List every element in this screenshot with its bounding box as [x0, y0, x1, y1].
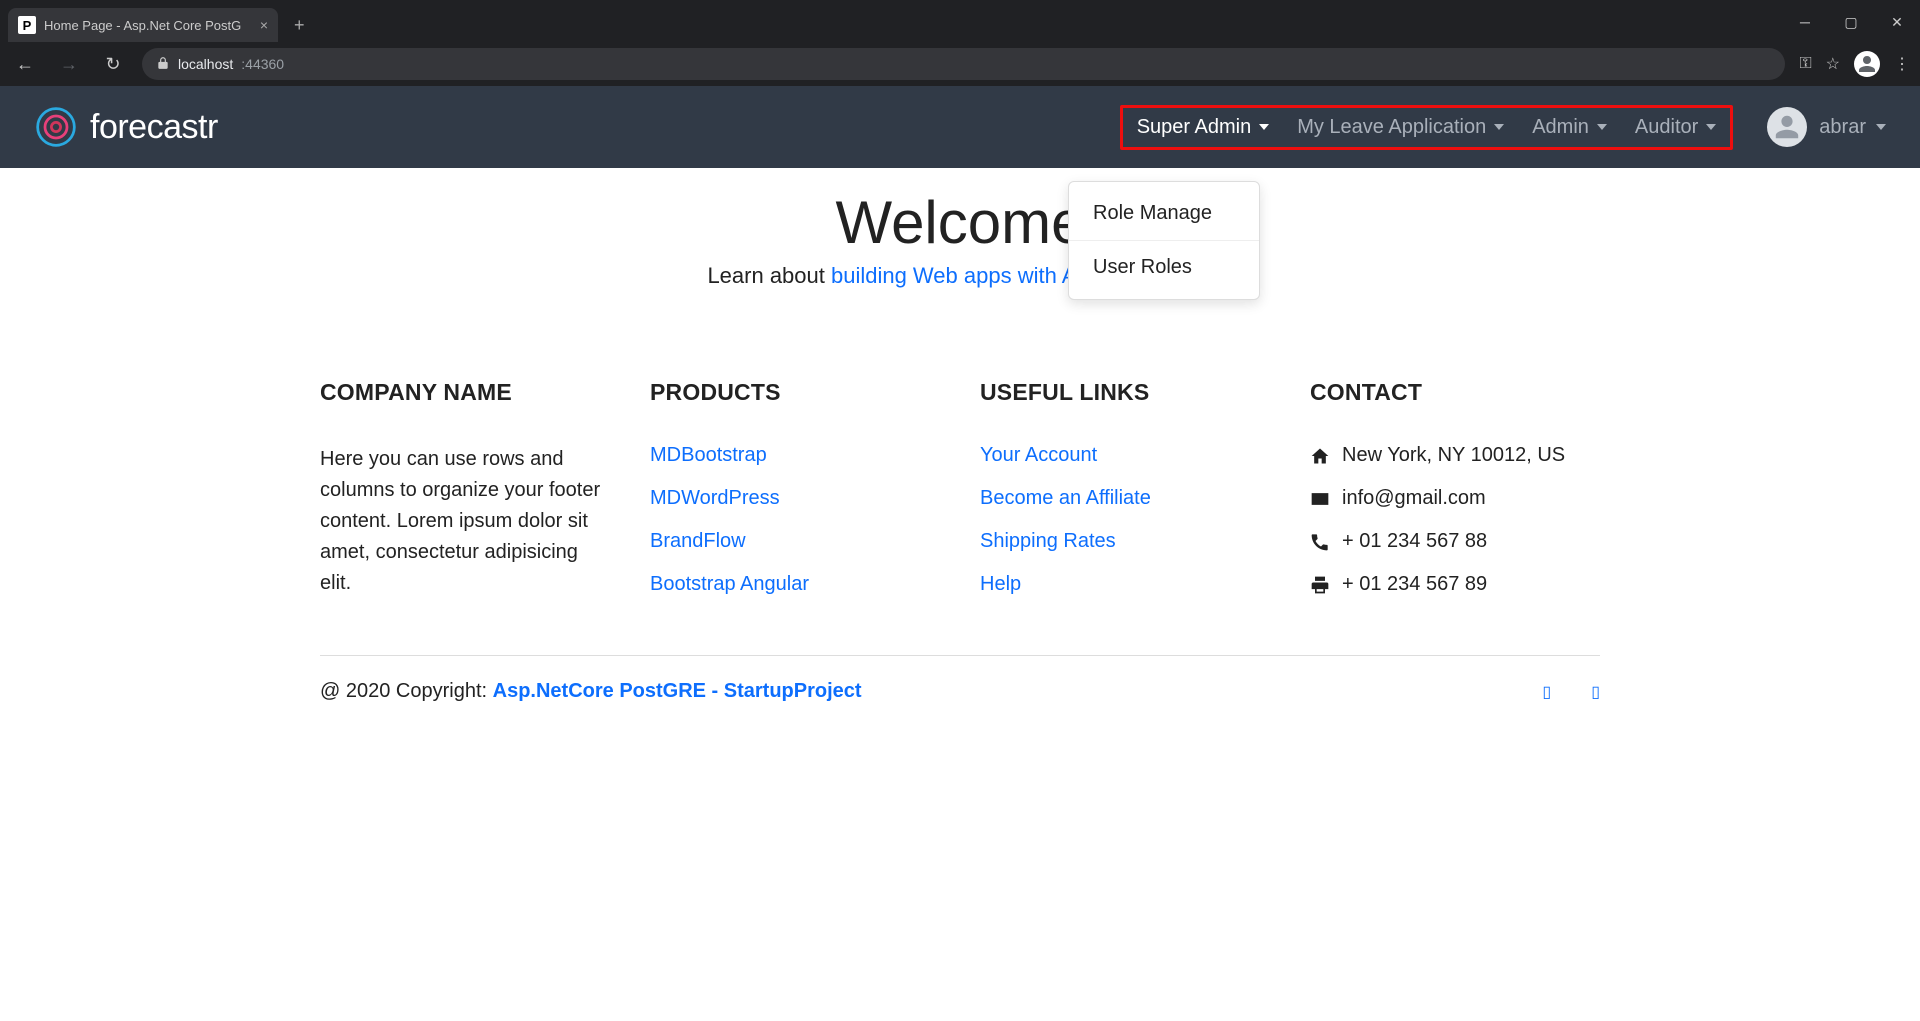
brand-text: forecastr [90, 108, 218, 147]
window-min-button[interactable]: ─ [1782, 2, 1828, 42]
window-close-button[interactable]: ✕ [1874, 2, 1920, 42]
company-description: Here you can use rows and columns to org… [320, 444, 610, 599]
nav-item-my-leave-application[interactable]: My Leave Application [1297, 116, 1504, 139]
dropdown-divider [1069, 240, 1259, 241]
social-icon[interactable]: ▯ [1542, 682, 1551, 702]
browser-toolbar: ← → ↻ localhost :44360 ⚿ ☆ ⋮ [0, 42, 1920, 86]
footer-link[interactable]: Your Account [980, 444, 1270, 467]
dropdown-item-user-roles[interactable]: User Roles [1069, 242, 1259, 293]
contact-phone: + 01 234 567 88 [1342, 530, 1487, 553]
footer-col-useful-links: USEFUL LINKS Your Account Become an Affi… [980, 379, 1270, 599]
nav-forward-button[interactable]: → [54, 54, 84, 75]
nav-item-label: Auditor [1635, 116, 1698, 139]
super-admin-dropdown: Role Manage User Roles [1068, 181, 1260, 300]
footer-link[interactable]: Become an Affiliate [980, 487, 1270, 510]
brand-logo-icon [34, 105, 78, 149]
contact-address: New York, NY 10012, US [1342, 444, 1565, 467]
footer-heading: CONTACT [1310, 379, 1600, 406]
chevron-down-icon [1494, 124, 1504, 130]
nav-reload-button[interactable]: ↻ [98, 54, 128, 75]
tab-strip: P Home Page - Asp.Net Core PostG × + [8, 2, 313, 42]
nav-item-label: My Leave Application [1297, 116, 1486, 139]
user-name-label: abrar [1819, 116, 1866, 139]
nav-item-label: Admin [1532, 116, 1589, 139]
nav-item-admin[interactable]: Admin [1532, 116, 1607, 139]
footer-divider [320, 655, 1600, 656]
window-max-button[interactable]: ▢ [1828, 2, 1874, 42]
footer-link[interactable]: Bootstrap Angular [650, 573, 940, 596]
footer-link[interactable]: BrandFlow [650, 530, 940, 553]
envelope-icon [1310, 489, 1330, 509]
footer-heading: COMPANY NAME [320, 379, 610, 406]
browser-tab[interactable]: P Home Page - Asp.Net Core PostG × [8, 8, 278, 42]
contact-phone-row: + 01 234 567 88 [1310, 530, 1600, 553]
footer-heading: PRODUCTS [650, 379, 940, 406]
footer-link[interactable]: MDWordPress [650, 487, 940, 510]
footer-bar: @ 2020 Copyright: Asp.NetCore PostGRE - … [320, 680, 1600, 743]
chevron-down-icon [1876, 124, 1886, 130]
footer-col-products: PRODUCTS MDBootstrap MDWordPress BrandFl… [650, 379, 940, 599]
close-tab-icon[interactable]: × [260, 17, 268, 33]
footer-link[interactable]: Shipping Rates [980, 530, 1270, 553]
nav-back-button[interactable]: ← [10, 54, 40, 75]
contact-address-row: New York, NY 10012, US [1310, 444, 1600, 467]
copyright-link[interactable]: Asp.NetCore PostGRE - StartupProject [493, 680, 862, 702]
copyright: @ 2020 Copyright: Asp.NetCore PostGRE - … [320, 680, 862, 703]
footer-col-company: COMPANY NAME Here you can use rows and c… [320, 379, 610, 599]
hero-section: Welcome Learn about building Web apps wi… [320, 188, 1600, 289]
user-menu[interactable]: abrar [1767, 107, 1886, 147]
phone-icon [1310, 532, 1330, 552]
bookmark-star-icon[interactable]: ☆ [1826, 54, 1840, 74]
url-port: :44360 [241, 56, 284, 72]
dropdown-item-role-manage[interactable]: Role Manage [1069, 188, 1259, 239]
hero-subtitle: Learn about building Web apps with ASP.N… [320, 263, 1600, 289]
chevron-down-icon [1259, 124, 1269, 130]
browser-menu-icon[interactable]: ⋮ [1894, 54, 1910, 74]
chevron-down-icon [1597, 124, 1607, 130]
hero-subtitle-prefix: Learn about [707, 263, 831, 288]
user-avatar-icon [1767, 107, 1807, 147]
footer-link[interactable]: Help [980, 573, 1270, 596]
nav-item-auditor[interactable]: Auditor [1635, 116, 1716, 139]
nav-item-super-admin[interactable]: Super Admin [1137, 116, 1270, 139]
brand[interactable]: forecastr [34, 105, 218, 149]
footer-heading: USEFUL LINKS [980, 379, 1270, 406]
contact-fax-row: + 01 234 567 89 [1310, 573, 1600, 596]
home-icon [1310, 446, 1330, 466]
copyright-prefix: @ 2020 Copyright: [320, 680, 493, 702]
nav-items-highlight-box: Super Admin My Leave Application Admin A… [1120, 105, 1734, 150]
page-title: Welcome [320, 188, 1600, 257]
window-controls: ─ ▢ ✕ [1782, 2, 1920, 42]
footer-columns: COMPANY NAME Here you can use rows and c… [320, 379, 1600, 599]
footer-link[interactable]: MDBootstrap [650, 444, 940, 467]
favicon: P [18, 16, 36, 34]
profile-avatar-button[interactable] [1854, 51, 1880, 77]
lock-icon [156, 56, 170, 73]
contact-email: info@gmail.com [1342, 487, 1486, 510]
browser-titlebar: P Home Page - Asp.Net Core PostG × + ─ ▢… [0, 0, 1920, 42]
new-tab-button[interactable]: + [286, 9, 313, 42]
footer-col-contact: CONTACT New York, NY 10012, US info@gmai… [1310, 379, 1600, 599]
contact-fax: + 01 234 567 89 [1342, 573, 1487, 596]
password-key-icon[interactable]: ⚿ [1799, 55, 1811, 73]
url-bar[interactable]: localhost :44360 [142, 48, 1785, 80]
contact-email-row: info@gmail.com [1310, 487, 1600, 510]
nav-item-label: Super Admin [1137, 116, 1252, 139]
app-navbar: forecastr Super Admin My Leave Applicati… [0, 86, 1920, 168]
print-icon [1310, 575, 1330, 595]
social-icons: ▯ ▯ [1542, 682, 1600, 702]
social-icon[interactable]: ▯ [1591, 682, 1600, 702]
url-host: localhost [178, 56, 233, 72]
tab-title: Home Page - Asp.Net Core PostG [44, 18, 241, 33]
chevron-down-icon [1706, 124, 1716, 130]
